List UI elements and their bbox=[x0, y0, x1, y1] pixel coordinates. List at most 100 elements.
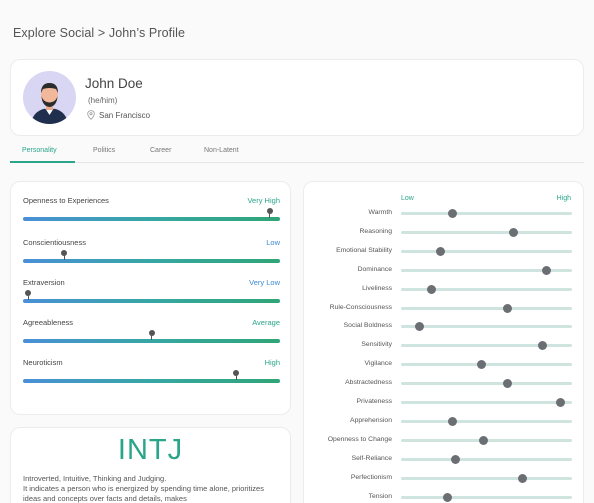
factor-row: Emotional Stability bbox=[304, 246, 583, 258]
trait-marker bbox=[148, 330, 155, 340]
trait-neuroticism: Neuroticism High bbox=[23, 358, 280, 388]
factor-marker bbox=[476, 360, 486, 370]
factor-track bbox=[401, 401, 572, 404]
personality-type-description: Introverted, Intuitive, Thinking and Jud… bbox=[23, 474, 280, 503]
factor-name: Reasoning bbox=[359, 227, 393, 235]
factor-marker bbox=[427, 284, 437, 294]
trait-marker bbox=[25, 290, 32, 300]
factor-marker bbox=[478, 435, 488, 445]
factor-name: Tension bbox=[368, 492, 392, 500]
trait-level: Average bbox=[252, 318, 280, 327]
trait-name: Openness to Experiences bbox=[23, 196, 109, 205]
tab-personality[interactable]: Personality bbox=[22, 147, 57, 154]
factor-name: Dominance bbox=[357, 265, 392, 273]
factor-track bbox=[401, 382, 572, 386]
factor-track bbox=[401, 363, 572, 367]
factor-row: Warmth bbox=[304, 208, 583, 220]
trait-level: Low bbox=[266, 238, 280, 247]
trait-conscientiousness: Conscientiousness Low bbox=[23, 238, 280, 268]
factor-row: Vigilance bbox=[304, 359, 583, 371]
factor-track bbox=[401, 230, 572, 234]
factor-marker bbox=[451, 454, 461, 464]
pin-icon bbox=[87, 110, 95, 120]
description-line: Introverted, Intuitive, Thinking and Jud… bbox=[23, 474, 167, 483]
tab-career[interactable]: Career bbox=[150, 147, 171, 154]
trait-agreeableness: Agreeableness Average bbox=[23, 318, 280, 348]
factor-row: Perfectionism bbox=[304, 473, 583, 485]
tab-non-latent[interactable]: Non-Latent bbox=[204, 147, 239, 154]
personality-type-code: INTJ bbox=[117, 434, 184, 466]
trait-bar bbox=[23, 217, 280, 221]
description-line: It indicates a person who is energized b… bbox=[23, 484, 264, 503]
factor-row: Sensitivity bbox=[304, 340, 583, 352]
factor-track bbox=[401, 457, 572, 461]
trait-name: Conscientiousness bbox=[23, 238, 86, 247]
factor-marker bbox=[555, 398, 565, 407]
factor-row: Apprehension bbox=[304, 416, 583, 428]
trait-marker bbox=[233, 370, 240, 380]
avatar-illustration bbox=[31, 83, 68, 124]
factor-name: Perfectionism bbox=[350, 473, 392, 481]
profile-name: John Doe bbox=[85, 76, 143, 91]
factor-name: Social Boldness bbox=[343, 322, 392, 330]
factor-name: Privateness bbox=[356, 398, 392, 405]
factor-marker bbox=[502, 379, 512, 389]
factor-name: Abstractedness bbox=[345, 379, 392, 387]
scale-high-label: High bbox=[556, 195, 571, 202]
factor-marker bbox=[435, 246, 445, 256]
breadcrumb: Explore Social > John’s Profile bbox=[13, 26, 186, 40]
factor-name: Apprehension bbox=[350, 416, 392, 424]
trait-marker bbox=[266, 208, 273, 218]
factor-name: Liveliness bbox=[362, 284, 392, 292]
active-tab-indicator bbox=[10, 161, 75, 163]
sixteen-factors-card: Low High Warmth Reasoning Emotional Stabil… bbox=[303, 181, 584, 503]
big-five-card: Openness to Experiences Very High Consci… bbox=[10, 181, 291, 415]
factor-name: Vigilance bbox=[364, 360, 392, 368]
tab-politics[interactable]: Politics bbox=[93, 147, 115, 154]
location-label: San Francisco bbox=[99, 110, 151, 120]
profile-card: John Doe (he/him) San Francisco bbox=[10, 59, 584, 136]
tab-bar: Personality Politics Career Non-Latent bbox=[10, 143, 584, 163]
profile-location: San Francisco bbox=[87, 110, 150, 120]
factor-track bbox=[401, 419, 572, 423]
factor-track bbox=[401, 306, 572, 310]
factor-marker bbox=[447, 209, 457, 218]
factor-name: Emotional Stability bbox=[336, 246, 392, 254]
factor-marker bbox=[538, 341, 548, 351]
scale-low-label: Low bbox=[401, 195, 414, 202]
factor-row: Rule-Consciousness bbox=[304, 303, 583, 315]
trait-bar bbox=[23, 299, 280, 303]
trait-bar bbox=[23, 379, 280, 383]
factor-name: Openness to Change bbox=[327, 435, 392, 443]
factor-track bbox=[401, 325, 572, 329]
factor-row: Social Boldness bbox=[304, 321, 583, 333]
factor-row: Dominance bbox=[304, 265, 583, 277]
avatar bbox=[23, 71, 76, 124]
personality-type-card: INTJ Introverted, Intuitive, Thinking an… bbox=[10, 427, 291, 503]
factor-row: Openness to Change bbox=[304, 435, 583, 447]
factor-row: Tension bbox=[304, 492, 583, 503]
factor-row: Self-Reliance bbox=[304, 454, 583, 466]
factor-name: Sensitivity bbox=[361, 341, 392, 349]
trait-level: Very High bbox=[247, 196, 280, 205]
factor-row: Privateness bbox=[304, 397, 583, 409]
factor-track bbox=[401, 476, 572, 480]
trait-level: High bbox=[264, 358, 280, 367]
factor-name: Self-Reliance bbox=[351, 454, 392, 462]
trait-level: Very Low bbox=[249, 278, 280, 287]
factor-name: Warmth bbox=[368, 209, 392, 216]
factor-track bbox=[401, 495, 572, 499]
trait-name: Neuroticism bbox=[23, 358, 63, 367]
factor-marker bbox=[509, 227, 519, 237]
factor-marker bbox=[415, 322, 425, 332]
trait-name: Agreeableness bbox=[23, 318, 74, 327]
factor-marker bbox=[541, 265, 551, 275]
trait-name: Extraversion bbox=[23, 278, 65, 287]
profile-pronouns: (he/him) bbox=[88, 96, 118, 105]
factor-row: Liveliness bbox=[304, 284, 583, 296]
trait-openness: Openness to Experiences Very High bbox=[23, 196, 280, 226]
factor-marker bbox=[502, 303, 512, 313]
factor-track bbox=[401, 249, 572, 253]
factor-track bbox=[401, 212, 572, 215]
factor-name: Rule-Consciousness bbox=[329, 303, 392, 311]
